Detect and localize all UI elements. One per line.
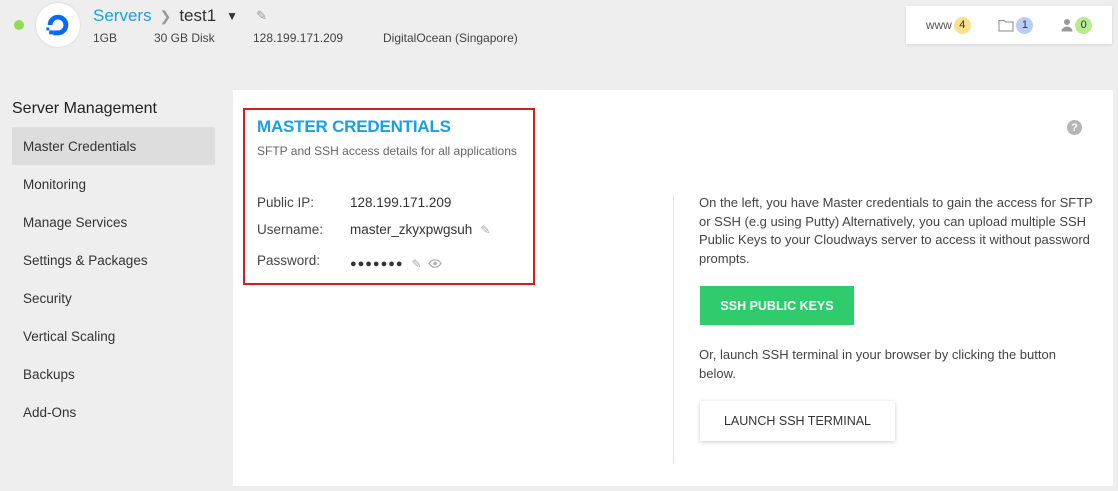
edit-server-name-icon[interactable]: ✎ (256, 8, 267, 24)
sidebar-item-settings-packages[interactable]: Settings & Packages (12, 241, 215, 279)
applications-counter[interactable]: www 4 (925, 16, 971, 34)
resource-counters: www 4 1 0 (906, 6, 1112, 44)
server-provider: DigitalOcean (Singapore) (383, 31, 518, 45)
folder-icon (998, 20, 1014, 32)
sidebar-item-manage-services[interactable]: Manage Services (12, 203, 215, 241)
section-subtitle: SFTP and SSH access details for all appl… (257, 144, 517, 158)
sidebar-item-add-ons[interactable]: Add-Ons (12, 393, 215, 431)
master-credentials-panel: MASTER CREDENTIALS SFTP and SSH access d… (233, 90, 1113, 486)
launch-ssh-terminal-button[interactable]: LAUNCH SSH TERMINAL (700, 401, 895, 441)
sidebar-item-master-credentials[interactable]: Master Credentials (12, 127, 215, 165)
public-ip-row: Public IP: 128.199.171.209 (257, 195, 451, 210)
ssh-public-keys-button[interactable]: SSH PUBLIC KEYS (700, 286, 854, 325)
server-name: test1 (179, 6, 217, 25)
ssh-info-text: On the left, you have Master credentials… (699, 195, 1093, 266)
server-management-sidebar: Server Management Master Credentials Mon… (12, 100, 215, 431)
section-title: MASTER CREDENTIALS (257, 117, 451, 136)
password-row: Password: ●●●●●●● ✎ (257, 249, 442, 271)
help-icon[interactable]: ? (1067, 120, 1082, 135)
eye-icon[interactable] (427, 257, 442, 271)
edit-password-icon[interactable]: ✎ (412, 257, 422, 271)
password-label: Password: (257, 252, 321, 268)
server-disk: 30 GB Disk (154, 31, 215, 45)
team-count-badge: 0 (1075, 16, 1093, 34)
username-row: Username: master_zkyxpwgsuh ✎ (257, 222, 490, 237)
sidebar-item-security[interactable]: Security (12, 279, 215, 317)
user-icon (1061, 19, 1073, 32)
applications-count-badge: 4 (953, 16, 971, 34)
terminal-info-text: Or, launch SSH terminal in your browser … (699, 347, 1056, 381)
chevron-right-icon: ❯ (159, 7, 172, 24)
sidebar-title: Server Management (12, 100, 157, 117)
team-counter[interactable]: 0 (1061, 16, 1093, 34)
username-value: master_zkyxpwgsuh (350, 222, 473, 237)
username-label: Username: (257, 222, 324, 237)
projects-count-badge: 1 (1016, 16, 1034, 34)
projects-counter[interactable]: 1 (998, 16, 1034, 34)
public-ip-label: Public IP: (257, 195, 315, 210)
server-status-indicator (14, 20, 24, 30)
breadcrumb: Servers ❯ test1 ▼ ✎ (93, 6, 267, 26)
server-ram: 1GB (93, 31, 118, 45)
password-value: ●●●●●●● (350, 258, 404, 270)
breadcrumb-servers-link[interactable]: Servers (93, 6, 152, 26)
sidebar-item-monitoring[interactable]: Monitoring (12, 165, 215, 203)
top-bar: Servers ❯ test1 ▼ ✎ 1GB 30 GB Disk 128.1… (0, 0, 1118, 60)
server-ip: 128.199.171.209 (253, 31, 344, 45)
sidebar-item-vertical-scaling[interactable]: Vertical Scaling (12, 317, 215, 355)
www-icon: www (925, 18, 952, 32)
server-specs: 1GB 30 GB Disk 128.199.171.209 DigitalOc… (93, 31, 518, 45)
column-divider (673, 195, 674, 463)
digitalocean-icon (46, 14, 69, 36)
caret-down-icon[interactable]: ▼ (226, 9, 238, 23)
edit-username-icon[interactable]: ✎ (480, 223, 490, 237)
public-ip-value: 128.199.171.209 (350, 195, 452, 210)
digitalocean-logo (36, 3, 80, 47)
sidebar-item-backups[interactable]: Backups (12, 355, 215, 393)
